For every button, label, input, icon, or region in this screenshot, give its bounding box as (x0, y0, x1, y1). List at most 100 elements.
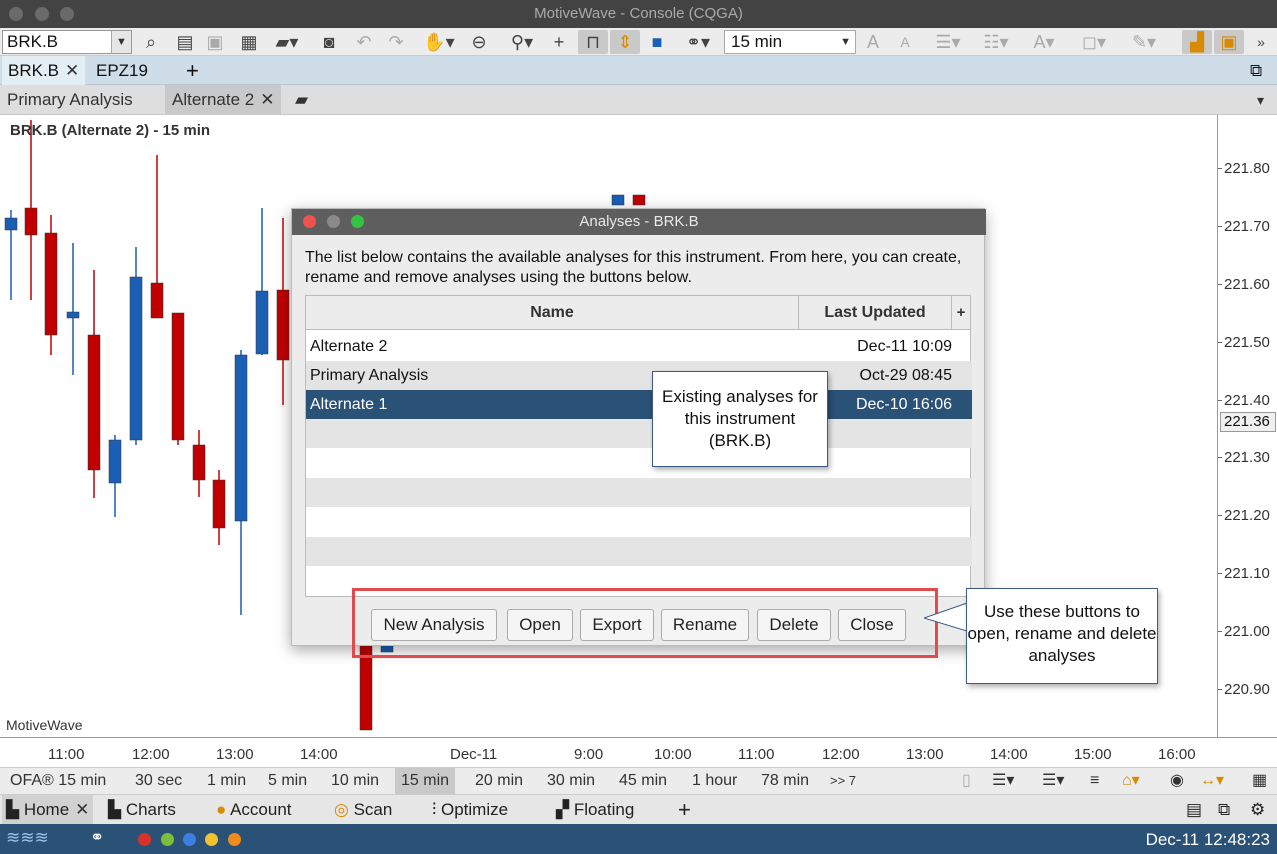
tab-home[interactable]: ▙ Home ✕ (2, 795, 94, 825)
bar-size-5-min[interactable]: 5 min (262, 768, 313, 794)
background-color-icon[interactable]: ◻▾ (1074, 30, 1114, 54)
tab-floating[interactable]: ▞ Floating (552, 795, 638, 825)
new-file-icon[interactable]: ▤ (174, 30, 196, 54)
bar-size-1-min[interactable]: 1 min (201, 768, 252, 794)
camera-icon[interactable]: ◙ (318, 30, 340, 54)
table-row[interactable]: Primary Analysis Oct-29 08:45 (306, 361, 972, 390)
table-row[interactable]: Alternate 2 Dec-11 10:09 (306, 332, 972, 361)
bar-size-10-min[interactable]: 10 min (325, 768, 385, 794)
tab-alternate-2[interactable]: Alternate 2 ✕ (165, 85, 282, 115)
chart-layout-icon[interactable]: ▟ (1182, 30, 1212, 54)
tab-label: Account (230, 800, 292, 819)
tab-brk-b[interactable]: BRK.B ✕ (2, 56, 86, 85)
time-axis[interactable]: 11:00 12:00 13:00 14:00 Dec-11 9:00 10:0… (0, 737, 1217, 767)
zoom-window-button[interactable] (60, 7, 74, 21)
fill-icon[interactable]: ■ (646, 30, 668, 54)
crosshair-icon[interactable]: + (548, 30, 570, 54)
tab-scan[interactable]: ◎ Scan (330, 795, 396, 825)
font-decrease-icon[interactable]: A (894, 30, 916, 54)
analysis-name: Alternate 1 (310, 396, 388, 413)
dialog-titlebar[interactable]: Analyses - BRK.B (292, 209, 986, 235)
candle-body (632, 194, 646, 206)
add-tab-icon[interactable]: + (180, 56, 205, 85)
link-icon[interactable]: ⚭ (90, 828, 104, 848)
add-column-button[interactable]: + (952, 296, 970, 330)
tab-optimize[interactable]: ⫶ Optimize (428, 795, 512, 825)
fit-icon[interactable]: ↔▾ (1194, 768, 1230, 794)
save-all-icon[interactable]: ▦ (238, 30, 260, 54)
tab-account[interactable]: ● Account (212, 795, 296, 825)
chevron-down-icon[interactable]: ▾ (1250, 85, 1271, 115)
undo-icon[interactable]: ↶ (352, 30, 376, 54)
redo-icon[interactable]: ↷ (384, 30, 408, 54)
window-layout-icon[interactable]: ▣ (1214, 30, 1244, 54)
symbol-combo[interactable]: BRK.B ▼ (2, 30, 132, 54)
align-icon[interactable]: ☰▾ (986, 768, 1020, 794)
minimize-window-button[interactable] (35, 7, 49, 21)
bar-size-1-hour[interactable]: 1 hour (686, 768, 743, 794)
gear-icon[interactable]: ⚙ (1246, 795, 1269, 825)
x-tick: 11:00 (738, 746, 775, 763)
bar-size-30-sec[interactable]: 30 sec (129, 768, 188, 794)
workspace-tabs: ▙ Home ✕ ▙ Charts ● Account ◎ Scan ⫶ Opti… (0, 794, 1277, 825)
candle-body (66, 311, 80, 319)
bar-size-20-min[interactable]: 20 min (469, 768, 529, 794)
indicator-icon[interactable]: ⌂▾ (1116, 768, 1146, 794)
analysis-updated: Dec-11 10:09 (857, 338, 952, 355)
link-icon[interactable]: ⚭▾ (678, 30, 718, 54)
search-icon[interactable]: ⌕ (140, 30, 162, 54)
font-increase-icon[interactable]: A (862, 30, 884, 54)
layout-icon[interactable]: ▤ (1182, 795, 1206, 825)
column-header-last-updated[interactable]: Last Updated (799, 296, 952, 330)
bar-size-78-min[interactable]: 78 min (755, 768, 815, 794)
bar-size-combo[interactable]: 15 min ▼ (724, 30, 856, 54)
add-workspace-icon[interactable]: + (674, 795, 695, 825)
x-tick: 9:00 (574, 746, 604, 763)
close-icon[interactable]: ✕ (65, 61, 79, 80)
zoom-out-icon[interactable]: ⊖ (468, 30, 490, 54)
align-left-icon[interactable]: ☰▾ (1036, 768, 1070, 794)
more-bar-sizes[interactable]: >> 7 (824, 768, 862, 794)
line-width-icon[interactable]: ☷▾ (976, 30, 1016, 54)
bar-size-ofa-15-min[interactable]: OFA® 15 min (4, 768, 112, 794)
bar-size-30-min[interactable]: 30 min (541, 768, 601, 794)
tab-epz19[interactable]: EPZ19 (90, 56, 154, 85)
analysis-tabs: Primary Analysis Alternate 2 ✕ ▰ ▾ (0, 85, 1277, 115)
analyses-table: Name Last Updated + Alternate 2 Dec-11 1… (305, 295, 972, 597)
price-axis[interactable]: 221.80 221.70 221.60 221.50 221.40 221.3… (1217, 115, 1277, 737)
open-analysis-folder-icon[interactable]: ▰ (288, 85, 315, 115)
tab-charts[interactable]: ▙ Charts (104, 795, 180, 825)
close-icon[interactable]: ✕ (75, 800, 89, 819)
calendar-icon[interactable]: ▦ (1246, 768, 1273, 794)
auto-scale-icon[interactable]: ⇕ (610, 30, 640, 54)
open-folder-icon[interactable]: ▰▾ (270, 30, 304, 54)
dialog-close-icon[interactable] (303, 215, 316, 228)
tab-label: Scan (353, 800, 393, 819)
dialog-minimize-icon[interactable] (327, 215, 340, 228)
callout-buttons: Use these buttons to open, rename and de… (966, 588, 1158, 684)
status-dot (205, 833, 218, 846)
save-icon[interactable]: ▣ (204, 30, 226, 54)
lock-icon[interactable]: ⊓ (578, 30, 608, 54)
more-icon[interactable]: » (1250, 30, 1272, 54)
candle-body (4, 217, 18, 231)
chevron-down-icon[interactable]: ▼ (111, 31, 131, 53)
close-icon[interactable]: ✕ (260, 90, 274, 109)
clipboard-icon[interactable]: ▯ (956, 768, 977, 794)
line-style-icon[interactable]: ☰▾ (928, 30, 968, 54)
eye-icon[interactable]: ◉ (1164, 768, 1190, 794)
detach-icon[interactable]: ⧉ (1244, 56, 1268, 85)
copy-icon[interactable]: ⧉ (1214, 795, 1234, 825)
font-color-icon[interactable]: A▾ (1024, 30, 1064, 54)
bar-style-icon[interactable]: ⚲▾ (502, 30, 542, 54)
close-window-button[interactable] (9, 7, 23, 21)
bar-size-45-min[interactable]: 45 min (613, 768, 673, 794)
bar-size-15-min[interactable]: 15 min (395, 768, 456, 794)
line-color-icon[interactable]: ✎▾ (1124, 30, 1164, 54)
table-row[interactable]: Alternate 1 Dec-10 16:06 (306, 390, 972, 419)
list-icon[interactable]: ≡ (1084, 768, 1105, 794)
dialog-zoom-icon[interactable] (351, 215, 364, 228)
tab-primary-analysis[interactable]: Primary Analysis (0, 85, 140, 115)
column-header-name[interactable]: Name (306, 296, 799, 330)
hand-tool-icon[interactable]: ✋▾ (420, 30, 458, 54)
